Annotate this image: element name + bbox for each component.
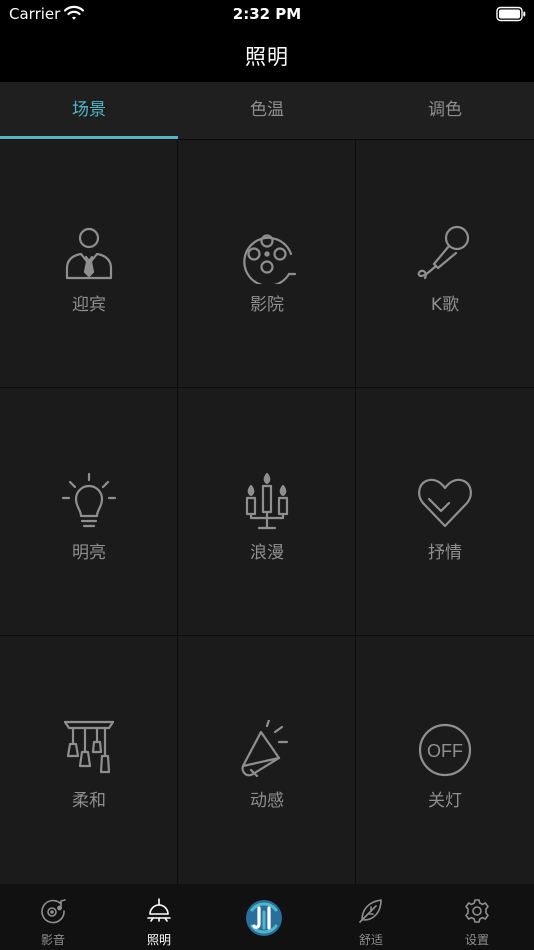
candles-icon — [245, 472, 289, 530]
scene-welcome[interactable]: 迎宾 — [0, 140, 178, 388]
music-disc-icon — [41, 899, 66, 924]
bottom-tab-label: 舒适 — [358, 933, 383, 947]
bottom-tab-settings[interactable]: 设置 — [424, 884, 530, 950]
scene-label: 明亮 — [72, 543, 106, 563]
battery-icon — [496, 6, 526, 22]
microphone-icon — [417, 225, 470, 280]
scene-label: 关灯 — [428, 791, 462, 811]
scene-karaoke[interactable]: K歌 — [356, 140, 534, 388]
megaphone-icon — [241, 720, 289, 778]
navigation-bar: 照明 — [0, 28, 534, 82]
scene-cinema[interactable]: 影院 — [178, 140, 356, 388]
status-bar: Carrier 2:32 PM — [0, 0, 534, 28]
scene-romantic[interactable]: 浪漫 — [178, 388, 356, 636]
film-reel-icon — [243, 234, 297, 284]
segment-tabs: 场景 色温 调色 — [0, 82, 534, 140]
bottom-tab-comfort[interactable]: 舒适 — [318, 884, 424, 950]
bottom-tab-bar: 影音 照明 舒适 设置 — [0, 884, 534, 950]
scene-grid: 迎宾 影院 K歌 明亮 浪漫 抒情 柔和 动感 OFF 关灯 — [0, 140, 534, 884]
scene-label: 影院 — [250, 295, 284, 315]
bulb-icon — [61, 472, 117, 528]
off-icon-text: OFF — [427, 741, 463, 761]
scene-label: 动感 — [250, 791, 284, 811]
bottom-tab-label: 影音 — [40, 933, 65, 947]
app-logo-icon — [246, 900, 282, 936]
clock: 2:32 PM — [232, 5, 302, 23]
tab-scene[interactable]: 场景 — [0, 82, 178, 139]
bottom-tab-label: 照明 — [146, 933, 171, 947]
tab-color-adjust[interactable]: 调色 — [356, 82, 534, 139]
ceiling-light-icon — [147, 898, 171, 922]
scene-label: 浪漫 — [250, 543, 284, 563]
bottom-tab-home[interactable] — [212, 884, 318, 950]
scene-lyrical[interactable]: 抒情 — [356, 388, 534, 636]
leaf-icon — [359, 899, 382, 923]
active-tab-indicator — [0, 136, 178, 139]
gear-icon — [465, 899, 489, 923]
page-title: 照明 — [245, 45, 289, 69]
scene-lights-off[interactable]: OFF 关灯 — [356, 636, 534, 884]
host-icon — [65, 227, 113, 280]
scene-dynamic[interactable]: 动感 — [178, 636, 356, 884]
tab-color-temperature[interactable]: 色温 — [178, 82, 356, 139]
scene-label: 迎宾 — [72, 295, 106, 315]
bottom-tab-label: 设置 — [464, 933, 489, 947]
bottom-tab-audio-video[interactable]: 影音 — [0, 884, 106, 950]
off-icon: OFF — [418, 723, 472, 777]
scene-label: 柔和 — [72, 791, 106, 811]
scene-label: 抒情 — [428, 543, 462, 563]
bottom-tab-lighting[interactable]: 照明 — [106, 884, 212, 950]
heart-icon — [418, 478, 472, 528]
scene-soft[interactable]: 柔和 — [0, 636, 178, 884]
scene-bright[interactable]: 明亮 — [0, 388, 178, 636]
pendant-lamps-icon — [63, 720, 115, 774]
scene-label: K歌 — [430, 295, 460, 315]
